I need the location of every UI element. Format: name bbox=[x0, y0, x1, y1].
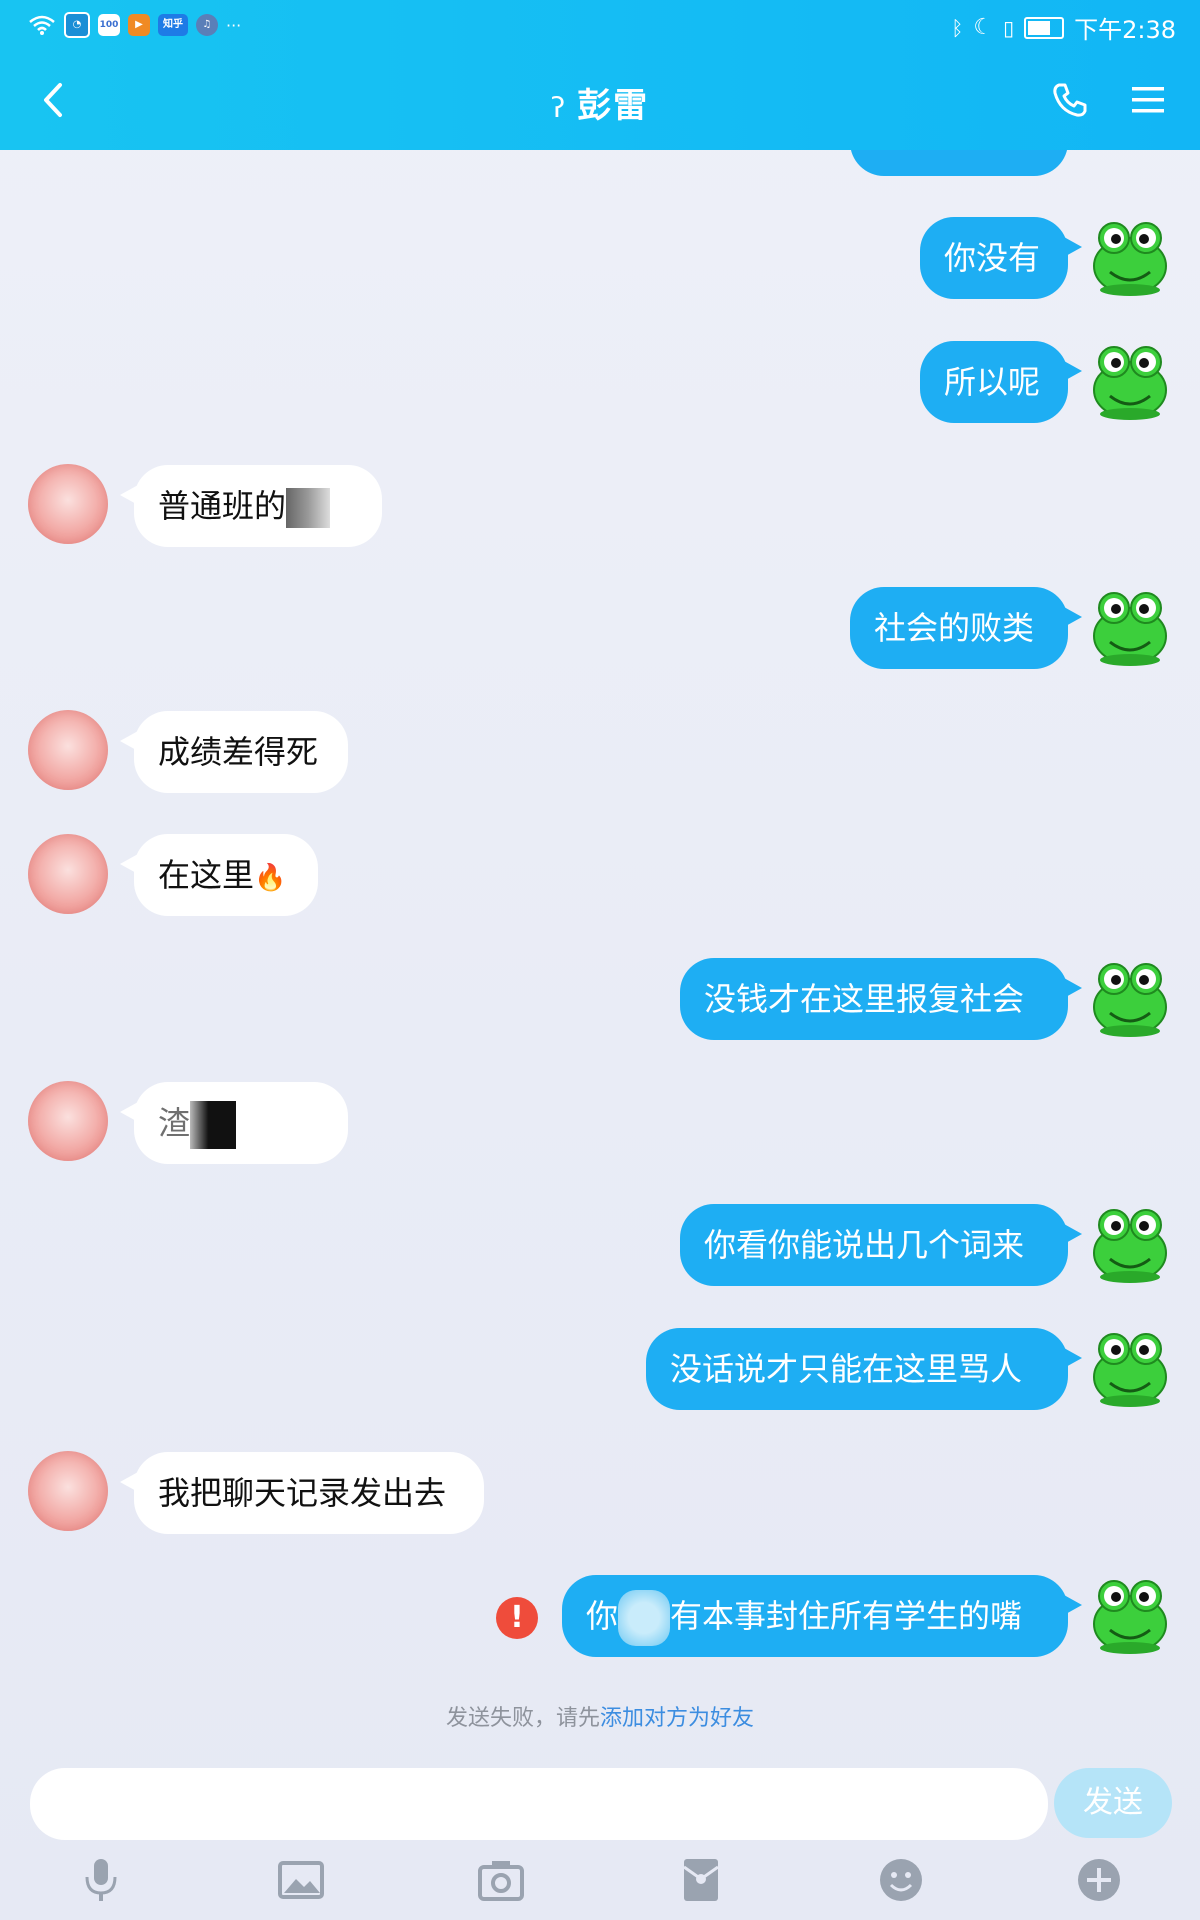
frog-avatar[interactable] bbox=[1088, 584, 1172, 668]
message-bubble-out[interactable]: 社会的败类 bbox=[850, 587, 1082, 669]
bluetooth-icon: ᛒ bbox=[951, 15, 964, 40]
page-title: ʔ 彭雷 bbox=[0, 78, 1200, 127]
contact-avatar[interactable] bbox=[28, 1451, 108, 1531]
moon-icon: ☾ bbox=[973, 15, 994, 40]
title-bar: ʔ 彭雷 bbox=[0, 60, 1200, 140]
message-bubble-out[interactable]: 你看你能说出几个词来 bbox=[680, 1204, 1082, 1286]
message-bubble-out[interactable]: 你 有本事封住所有学生的嘴 bbox=[562, 1575, 1082, 1657]
status-bar-system: ᛒ ☾ ▯ 下午2:38 bbox=[951, 10, 1176, 45]
status-time: 下午2:38 bbox=[1074, 16, 1176, 44]
battery-icon bbox=[1024, 16, 1065, 39]
frog-avatar[interactable] bbox=[1088, 955, 1172, 1039]
voice-icon[interactable] bbox=[76, 1855, 126, 1905]
qq-live-icon: ▶ bbox=[128, 14, 150, 36]
contact-avatar[interactable] bbox=[28, 834, 108, 914]
frog-avatar[interactable] bbox=[1088, 214, 1172, 298]
message-bubble-out[interactable]: 没钱才在这里报复社会 bbox=[680, 958, 1082, 1040]
status-bar-notifications: ◔ 100 ▶ 知乎 ♫ ··· bbox=[28, 12, 241, 38]
contact-avatar[interactable] bbox=[28, 1081, 108, 1161]
redaction-block bbox=[286, 488, 331, 528]
music-icon: ♫ bbox=[196, 14, 218, 36]
zhihu-icon: 知乎 bbox=[158, 14, 188, 36]
frog-avatar[interactable] bbox=[1088, 338, 1172, 422]
redaction-block bbox=[618, 1590, 671, 1646]
send-failed-icon[interactable]: ! bbox=[496, 1597, 538, 1639]
camera-icon[interactable] bbox=[476, 1855, 526, 1905]
message-bubble-in[interactable]: 普通班的 bbox=[120, 465, 382, 547]
vibrate-icon: ▯ bbox=[1003, 15, 1015, 40]
message-bubble-out[interactable]: 没话说才只能在这里骂人 bbox=[646, 1328, 1082, 1410]
redaction-block bbox=[236, 1101, 307, 1149]
send-button[interactable]: 发送 bbox=[1054, 1768, 1172, 1838]
frog-avatar[interactable] bbox=[1088, 1572, 1172, 1656]
contact-name: 彭雷 bbox=[577, 86, 650, 126]
message-bubble-out[interactable]: 你没有 bbox=[920, 217, 1082, 299]
menu-icon[interactable] bbox=[1130, 82, 1166, 118]
ear-icon: ʔ bbox=[550, 91, 568, 124]
fail-tip-text: 发送失败，请先 bbox=[445, 1706, 600, 1731]
message-text: 你 bbox=[586, 1597, 619, 1635]
message-bubble-out[interactable]: 所以呢 bbox=[920, 341, 1082, 423]
input-toolbar bbox=[0, 1855, 1200, 1915]
header: ◔ 100 ▶ 知乎 ♫ ··· ᛒ ☾ ▯ 下午2:38 ʔ 彭雷 bbox=[0, 0, 1200, 150]
frog-avatar[interactable] bbox=[1088, 1325, 1172, 1409]
contact-avatar[interactable] bbox=[28, 464, 108, 544]
phone-icon[interactable] bbox=[1050, 80, 1090, 120]
message-bubble-in[interactable]: 在这里🔥 bbox=[120, 834, 318, 916]
emoji-icon[interactable] bbox=[876, 1855, 926, 1905]
redaction-block bbox=[190, 1101, 237, 1149]
frog-avatar[interactable] bbox=[1088, 1201, 1172, 1285]
message-bubble-in[interactable]: 我把聊天记录发出去 bbox=[120, 1452, 484, 1534]
qq-browser-icon: ◔ bbox=[64, 12, 90, 38]
add-friend-link[interactable]: 添加对方为好友 bbox=[600, 1706, 754, 1731]
contact-avatar[interactable] bbox=[28, 710, 108, 790]
message-text: 普通班的 bbox=[158, 487, 287, 525]
fire-emoji-icon: 🔥 bbox=[254, 863, 287, 893]
message-text: 渣 bbox=[158, 1104, 191, 1142]
message-text: 有本事封住所有学生的嘴 bbox=[670, 1597, 1023, 1635]
more-dots-icon: ··· bbox=[226, 15, 242, 35]
wifi-icon bbox=[29, 15, 55, 35]
message-bubble-in[interactable]: 渣 bbox=[120, 1082, 348, 1164]
100-app-icon: 100 bbox=[98, 14, 120, 36]
plus-icon[interactable] bbox=[1074, 1855, 1124, 1905]
message-input[interactable] bbox=[30, 1768, 1048, 1840]
message-text: 在这里 bbox=[158, 856, 255, 894]
red-packet-icon[interactable] bbox=[676, 1855, 726, 1905]
message-bubble-in[interactable]: 成绩差得死 bbox=[120, 711, 348, 793]
image-icon[interactable] bbox=[276, 1855, 326, 1905]
send-failed-tip: 发送失败，请先添加对方为好友 bbox=[0, 1700, 1200, 1732]
status-bar: ◔ 100 ▶ 知乎 ♫ ··· ᛒ ☾ ▯ 下午2:38 bbox=[0, 0, 1200, 50]
